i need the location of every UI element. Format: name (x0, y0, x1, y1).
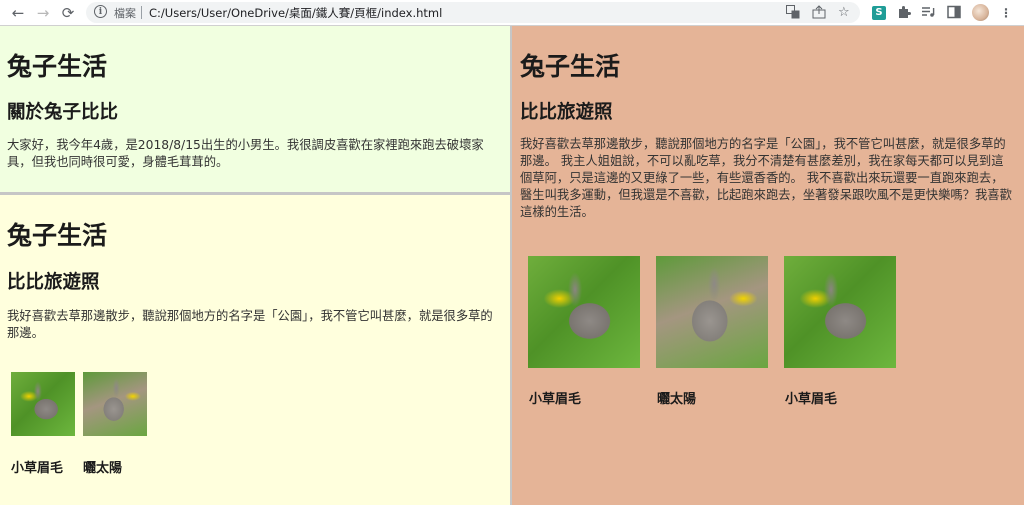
browser-toolbar: ← → ⟳ i 檔案 C:/Users/User/OneDrive/桌面/鐵人賽… (0, 0, 1024, 26)
menu-icon[interactable]: ⋮ (1000, 5, 1012, 21)
rabbit-photo (784, 256, 896, 368)
extension-s-icon[interactable]: S (872, 6, 886, 20)
sidepanel-icon[interactable] (946, 5, 962, 21)
star-icon[interactable]: ☆ (838, 5, 850, 20)
address-bar[interactable]: i 檔案 C:/Users/User/OneDrive/桌面/鐵人賽/頁框/in… (86, 2, 860, 23)
forward-icon[interactable]: → (33, 3, 53, 23)
gallery-paragraph: 我好喜歡去草那邊散步，聽說那個地方的名字是「公園」，我不管它叫甚麼，就是很多草的… (7, 309, 493, 340)
info-icon[interactable]: i (94, 5, 107, 18)
playlist-icon[interactable] (920, 5, 936, 21)
back-icon[interactable]: ← (8, 3, 28, 23)
rabbit-photo (11, 372, 75, 436)
reload-icon[interactable]: ⟳ (58, 3, 78, 23)
rabbit-photo (656, 256, 768, 368)
gallery-paragraph: 我好喜歡去草那邊散步，聽說那個地方的名字是「公園」，我不管它叫甚麼，就是很多草的… (520, 137, 1012, 219)
frame-about: 兔子生活 關於兔子比比 大家好，我今年4歲，是2018/8/15出生的小男生。我… (0, 26, 512, 195)
section-title: 比比旅遊照 (520, 102, 613, 123)
about-paragraph: 大家好，我今年4歲，是2018/8/15出生的小男生。我很調皮喜歡在家裡跑來跑去… (7, 138, 484, 169)
translate-icon[interactable] (786, 5, 800, 23)
section-title: 關於兔子比比 (7, 102, 119, 123)
frame-gallery-large: 兔子生活 比比旅遊照 我好喜歡去草那邊散步，聽說那個地方的名字是「公園」，我不管… (512, 26, 1024, 505)
omnibox-divider (141, 6, 142, 19)
photo-caption: 小草眉毛 (785, 392, 838, 407)
rabbit-photo (83, 372, 147, 436)
section-title: 比比旅遊照 (7, 272, 100, 293)
rabbit-photo (528, 256, 640, 368)
frame-gallery-small: 兔子生活 比比旅遊照 我好喜歡去草那邊散步，聽說那個地方的名字是「公園」，我不管… (0, 195, 512, 505)
site-title: 兔子生活 (520, 52, 621, 81)
photo-caption: 曬太陽 (83, 461, 123, 476)
url-text[interactable]: C:/Users/User/OneDrive/桌面/鐵人賽/頁框/index.h… (149, 5, 442, 21)
site-title: 兔子生活 (7, 221, 108, 250)
photo-caption: 小草眉毛 (11, 461, 64, 476)
security-label[interactable]: 檔案 (114, 5, 136, 21)
photo-caption: 小草眉毛 (529, 392, 582, 407)
site-title: 兔子生活 (7, 52, 108, 81)
puzzle-icon[interactable] (896, 5, 912, 21)
share-icon[interactable] (812, 5, 826, 23)
avatar[interactable] (972, 4, 989, 21)
photo-caption: 曬太陽 (657, 392, 697, 407)
